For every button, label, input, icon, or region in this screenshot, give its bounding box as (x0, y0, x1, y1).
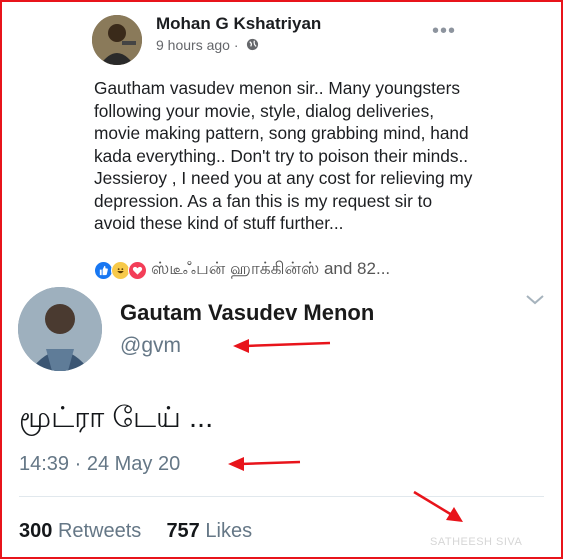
screenshot-frame: Mohan G Kshatriyan 9 hours ago · ••• Gau… (0, 0, 563, 559)
arrow-to-watermark-icon (413, 490, 463, 522)
annotation-overlay (228, 339, 463, 522)
arrow-to-handle-icon (233, 339, 331, 353)
arrow-to-timestamp-icon (228, 457, 301, 471)
